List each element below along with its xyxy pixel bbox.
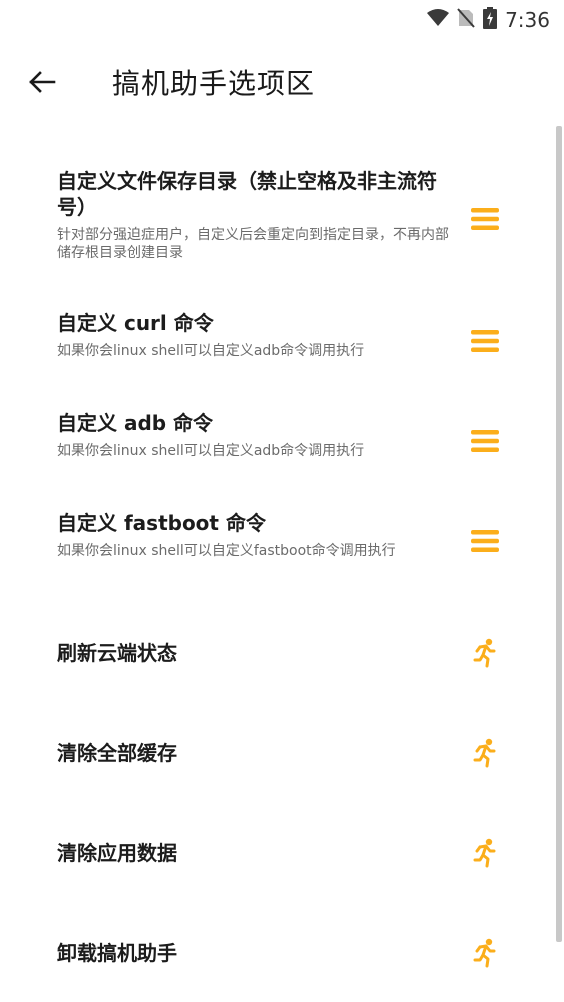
item-subtitle: 如果你会linux shell可以自定义adb命令调用执行: [57, 443, 365, 459]
item-title: 自定义文件保存目录（禁止空格及非主流符号）: [57, 169, 437, 219]
status-time: 7:36: [505, 8, 550, 32]
item-title: 自定义 curl 命令: [57, 311, 214, 335]
action-uninstall-app[interactable]: 卸载搞机助手: [0, 902, 556, 1002]
item-title: 自定义 adb 命令: [57, 411, 214, 435]
running-person-icon: [470, 938, 500, 968]
action-clear-app-data[interactable]: 清除应用数据: [0, 802, 556, 902]
item-title: 卸载搞机助手: [57, 941, 177, 965]
arrow-left-icon: [28, 70, 56, 98]
setting-custom-fastboot[interactable]: 自定义 fastboot 命令 如果你会linux shell可以自定义fast…: [0, 502, 556, 602]
back-button[interactable]: [22, 64, 62, 104]
menu-icon: [470, 526, 500, 556]
running-person-icon: [470, 838, 500, 868]
setting-custom-curl[interactable]: 自定义 curl 命令 如果你会linux shell可以自定义adb命令调用执…: [0, 302, 556, 402]
status-bar: 7:36: [0, 0, 564, 40]
item-title: 自定义 fastboot 命令: [57, 511, 266, 535]
running-person-icon: [470, 638, 500, 668]
page-title: 搞机助手选项区: [112, 67, 316, 100]
setting-save-directory[interactable]: 自定义文件保存目录（禁止空格及非主流符号） 针对部分强迫症用户，自定义后会重定向…: [0, 150, 556, 302]
battery-charging-icon: [483, 7, 498, 33]
settings-list: 自定义文件保存目录（禁止空格及非主流符号） 针对部分强迫症用户，自定义后会重定向…: [0, 150, 556, 1002]
menu-icon: [470, 426, 500, 456]
item-title: 清除应用数据: [57, 841, 177, 865]
menu-icon: [470, 326, 500, 356]
app-bar: 搞机助手选项区: [0, 48, 564, 120]
wifi-icon: [427, 9, 450, 31]
item-title: 刷新云端状态: [57, 641, 177, 665]
status-icons: 7:36: [427, 6, 550, 34]
setting-custom-adb[interactable]: 自定义 adb 命令 如果你会linux shell可以自定义adb命令调用执行: [0, 402, 556, 502]
item-subtitle: 如果你会linux shell可以自定义fastboot命令调用执行: [57, 543, 396, 559]
item-subtitle: 针对部分强迫症用户，自定义后会重定向到指定目录，不再内部储存根目录创建目录: [57, 227, 449, 261]
action-refresh-cloud-status[interactable]: 刷新云端状态: [0, 602, 556, 702]
running-person-icon: [470, 738, 500, 768]
action-clear-cache[interactable]: 清除全部缓存: [0, 702, 556, 802]
menu-icon: [470, 204, 500, 234]
scrollbar[interactable]: [556, 126, 562, 942]
no-sim-icon: [457, 8, 475, 32]
item-subtitle: 如果你会linux shell可以自定义adb命令调用执行: [57, 343, 365, 359]
item-title: 清除全部缓存: [57, 741, 177, 765]
